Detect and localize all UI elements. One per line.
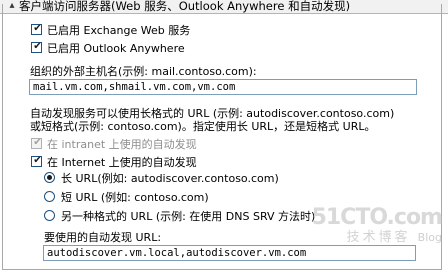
external-host-input[interactable]: mail.vm.com,shmail.vm.com,vm.com [29, 79, 417, 95]
autodiscover-url-input[interactable]: autodiscover.vm.local,autodiscover.vm.co… [43, 245, 416, 261]
watermark-sub-row: 技术博客 Blog [312, 230, 442, 246]
outlook-anywhere-checkbox[interactable]: ✔ [31, 41, 42, 53]
checkmark-icon: ✔ [33, 155, 42, 166]
checkmark-icon: ✔ [33, 137, 42, 148]
external-host-label: 组织的外部主机名(示例: mail.contoso.com): [30, 65, 257, 78]
exchange-web-services-checkbox[interactable]: ✔ [31, 23, 42, 35]
autodiscover-url-value: autodiscover.vm.local,autodiscover.vm.co… [47, 247, 307, 259]
long-url-label: 长 URL(例如: autodiscover.contoso.com) [61, 172, 279, 185]
short-url-radio[interactable] [44, 191, 55, 202]
external-host-value: mail.vm.com,shmail.vm.com,vm.com [33, 81, 236, 93]
watermark-site: 51CTO.com [311, 205, 443, 230]
watermark-sub: 技术博客 [346, 230, 411, 245]
checkmark-icon: ✔ [33, 23, 42, 34]
watermark-blog: Blog [417, 231, 442, 244]
exchange-web-services-label: 已启用 Exchange Web 服务 [47, 24, 191, 37]
radio-selected-dot [47, 175, 52, 180]
alternate-url-radio[interactable] [44, 210, 55, 221]
checkmark-icon: ✔ [33, 41, 42, 52]
internet-autodiscover-checkbox[interactable]: ✔ [31, 155, 42, 167]
watermark: 51CTO.com 技术博客 Blog [311, 205, 443, 246]
alternate-url-label: 另一种格式的 URL (示例: 在使用 DNS SRV 方法时) [61, 210, 316, 223]
internet-autodiscover-label: 在 Internet 上使用的自动发现 [47, 156, 197, 169]
autodiscover-url-label: 要使用的自动发现 URL: [44, 231, 162, 244]
long-url-radio[interactable] [44, 172, 55, 183]
short-url-label: 短 URL (例如: contoso.com) [61, 191, 209, 204]
intranet-autodiscover-label: 在 intranet 上使用的自动发现 [47, 138, 197, 151]
outlook-anywhere-label: 已启用 Outlook Anywhere [47, 42, 185, 55]
autodiscover-description-line2: 或短格式(示例: contoso.com)。指定使用长 URL，还是短格式 UR… [30, 120, 376, 133]
intranet-autodiscover-checkbox: ✔ [31, 137, 42, 149]
